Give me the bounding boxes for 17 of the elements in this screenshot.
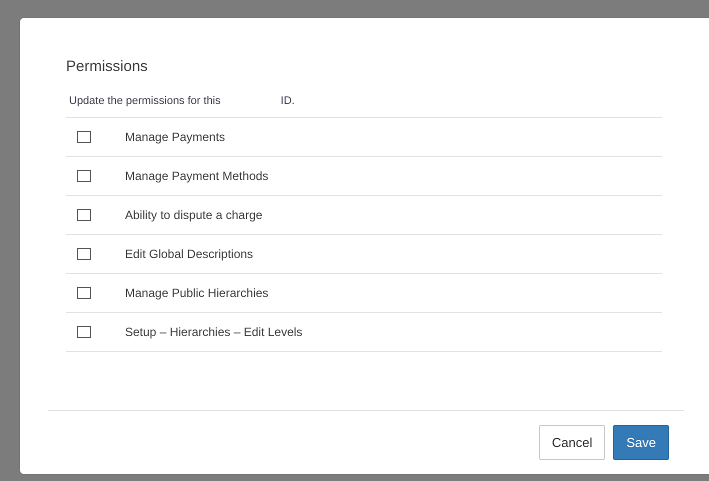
checkbox[interactable] (77, 326, 91, 338)
permission-label: Manage Payment Methods (125, 169, 268, 183)
permission-label: Setup – Hierarchies – Edit Levels (125, 325, 302, 339)
checkbox[interactable] (77, 170, 91, 182)
checkbox[interactable] (77, 131, 91, 143)
checkbox[interactable] (77, 248, 91, 260)
intro-suffix: ID. (280, 95, 295, 107)
permission-label: Manage Public Hierarchies (125, 286, 268, 300)
checkbox[interactable] (77, 209, 91, 221)
permission-label: Ability to dispute a charge (125, 208, 262, 222)
permission-label: Edit Global Descriptions (125, 247, 254, 261)
save-button[interactable]: Save (613, 425, 669, 460)
intro-text: Update the permissions for this (69, 95, 221, 107)
permission-label: Manage Payments (125, 130, 226, 144)
cancel-button[interactable]: Cancel (538, 425, 606, 460)
checkbox[interactable] (77, 287, 91, 299)
dialog-title: Permissions (66, 58, 149, 75)
